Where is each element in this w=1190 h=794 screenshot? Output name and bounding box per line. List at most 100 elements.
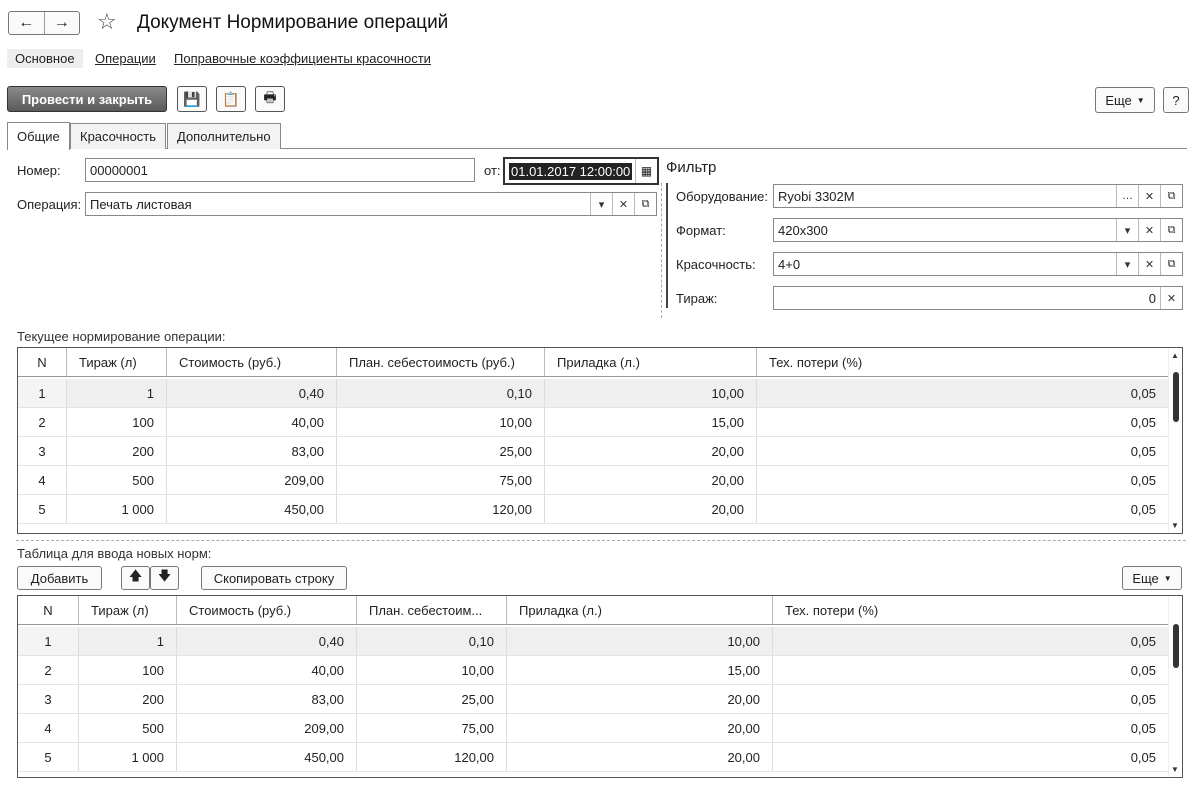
report-icon[interactable]: 📋 — [216, 86, 246, 112]
table-row[interactable]: 2 100 40,00 10,00 15,00 0,05 — [18, 656, 1168, 685]
column-header[interactable]: Тираж (л) — [79, 596, 177, 624]
clear-icon[interactable]: ✕ — [1138, 185, 1160, 207]
new-table-label: Таблица для ввода новых норм: — [17, 546, 212, 561]
scroll-thumb[interactable] — [1173, 372, 1179, 422]
tab-general[interactable]: Общие — [7, 122, 70, 150]
scrollbar[interactable]: ▼ — [1168, 596, 1182, 777]
table-row[interactable]: 1 1 0,40 0,10 10,00 0,05 — [18, 627, 1168, 656]
column-header[interactable]: N — [18, 348, 67, 376]
window-title: Документ Нормирование операций — [137, 12, 449, 33]
move-down-button[interactable]: 🡇 — [150, 566, 179, 590]
column-header[interactable]: Стоимость (руб.) — [177, 596, 357, 624]
select-icon[interactable]: … — [1116, 185, 1138, 207]
arrow-down-icon: 🡇 — [157, 568, 172, 583]
table-cell: 200 — [67, 437, 167, 465]
star-icon[interactable]: ☆ — [97, 9, 117, 35]
column-header[interactable]: Тираж (л) — [67, 348, 167, 376]
open-icon[interactable]: ⧉ — [634, 193, 656, 215]
table-cell: 20,00 — [545, 495, 757, 523]
section-color-coefficients[interactable]: Поправочные коэффициенты красочности — [174, 51, 431, 66]
format-field[interactable]: 420x300 ▾ ✕ ⧉ — [773, 218, 1183, 242]
table-row[interactable]: 1 1 0,40 0,10 10,00 0,05 — [18, 379, 1168, 408]
add-button[interactable]: Добавить — [17, 566, 102, 590]
splitter[interactable] — [16, 540, 1186, 541]
scroll-up-icon[interactable]: ▲ — [1171, 351, 1179, 360]
scroll-down-icon[interactable]: ▼ — [1171, 521, 1179, 530]
scroll-down-icon[interactable]: ▼ — [1171, 765, 1179, 774]
table-row[interactable]: 5 1 000 450,00 120,00 20,00 0,05 — [18, 495, 1168, 524]
clear-icon[interactable]: ✕ — [1138, 253, 1160, 275]
from-label: от: — [484, 163, 501, 178]
table-cell: 450,00 — [177, 743, 357, 771]
table-row[interactable]: 4 500 209,00 75,00 20,00 0,05 — [18, 714, 1168, 743]
table-cell: 3 — [18, 437, 67, 465]
open-icon[interactable]: ⧉ — [1160, 185, 1182, 207]
forward-arrow-icon[interactable]: → — [45, 12, 80, 34]
more-label: Еще — [1105, 92, 1132, 108]
move-up-button[interactable]: 🡅 — [121, 566, 150, 590]
table-cell: 1 — [18, 379, 67, 407]
column-header[interactable]: Стоимость (руб.) — [167, 348, 337, 376]
colorness-field[interactable]: 4+0 ▾ ✕ ⧉ — [773, 252, 1183, 276]
equipment-field[interactable]: Ryobi 3302M … ✕ ⧉ — [773, 184, 1183, 208]
column-header[interactable]: План. себестоимость (руб.) — [337, 348, 545, 376]
operation-label: Операция: — [17, 197, 82, 212]
table-row[interactable]: 4 500 209,00 75,00 20,00 0,05 — [18, 466, 1168, 495]
open-icon[interactable]: ⧉ — [1160, 253, 1182, 275]
colorness-value: 4+0 — [778, 256, 801, 272]
save-icon[interactable]: 💾 — [177, 86, 207, 112]
section-main[interactable]: Основное — [7, 49, 83, 68]
table-cell: 10,00 — [357, 656, 507, 684]
column-header[interactable]: Тех. потери (%) — [773, 596, 1168, 624]
nav-buttons: ← → — [8, 11, 80, 35]
date-field[interactable]: 01.01.2017 12:00:00 ▦ — [503, 157, 659, 185]
table-row[interactable]: 3 200 83,00 25,00 20,00 0,05 — [18, 685, 1168, 714]
clear-icon[interactable]: ✕ — [1160, 287, 1182, 309]
column-header[interactable]: Приладка (л.) — [507, 596, 773, 624]
table-row[interactable]: 3 200 83,00 25,00 20,00 0,05 — [18, 437, 1168, 466]
run-field[interactable]: 0 ✕ — [773, 286, 1183, 310]
dropdown-icon[interactable]: ▾ — [1116, 219, 1138, 241]
column-header[interactable]: План. себестоим... — [357, 596, 507, 624]
more-button[interactable]: Еще ▼ — [1095, 87, 1155, 113]
number-field[interactable]: 00000001 — [85, 158, 475, 182]
tab-colorness[interactable]: Красочность — [70, 123, 167, 149]
column-header[interactable]: Приладка (л.) — [545, 348, 757, 376]
table-row[interactable]: 5 1 000 450,00 120,00 20,00 0,05 — [18, 743, 1168, 772]
open-icon[interactable]: ⧉ — [1160, 219, 1182, 241]
column-header[interactable]: Тех. потери (%) — [757, 348, 1168, 376]
more-button[interactable]: Еще ▼ — [1122, 566, 1182, 590]
post-and-close-button[interactable]: Провести и закрыть — [7, 86, 167, 112]
table-row[interactable]: 2 100 40,00 10,00 15,00 0,05 — [18, 408, 1168, 437]
scroll-thumb[interactable] — [1173, 624, 1179, 668]
chevron-down-icon: ▼ — [1136, 95, 1145, 105]
copy-row-button[interactable]: Скопировать строку — [201, 566, 347, 590]
calendar-icon[interactable]: ▦ — [635, 159, 657, 183]
table-cell: 0,10 — [357, 627, 507, 655]
colorness-label: Красочность: — [676, 257, 756, 272]
dropdown-icon[interactable]: ▾ — [1116, 253, 1138, 275]
table-cell: 450,00 — [167, 495, 337, 523]
dropdown-icon[interactable]: ▾ — [590, 193, 612, 215]
number-value: 00000001 — [90, 162, 148, 178]
table-cell: 0,05 — [1130, 691, 1156, 707]
equipment-label: Оборудование: — [676, 189, 769, 204]
section-operations[interactable]: Операции — [95, 51, 156, 66]
print-icon[interactable]: 🖶 — [255, 86, 285, 112]
table-cell: 25,00 — [357, 685, 507, 713]
table-cell: 4 — [18, 466, 67, 494]
current-table[interactable]: N Тираж (л) Стоимость (руб.) План. себес… — [17, 347, 1183, 534]
operation-field[interactable]: Печать листовая ▾ ✕ ⧉ — [85, 192, 657, 216]
back-arrow-icon[interactable]: ← — [9, 12, 45, 34]
clear-icon[interactable]: ✕ — [612, 193, 634, 215]
table-cell: 0,05 — [1130, 472, 1156, 488]
table-cell: 0,40 — [167, 379, 337, 407]
clear-icon[interactable]: ✕ — [1138, 219, 1160, 241]
new-norms-table[interactable]: N Тираж (л) Стоимость (руб.) План. себес… — [17, 595, 1183, 778]
more-label: Еще — [1132, 570, 1159, 586]
scrollbar[interactable]: ▲ ▼ — [1168, 348, 1182, 533]
help-button[interactable]: ? — [1163, 87, 1189, 113]
tab-additional[interactable]: Дополнительно — [167, 123, 281, 149]
table-cell: 20,00 — [545, 437, 757, 465]
column-header[interactable]: N — [18, 596, 79, 624]
